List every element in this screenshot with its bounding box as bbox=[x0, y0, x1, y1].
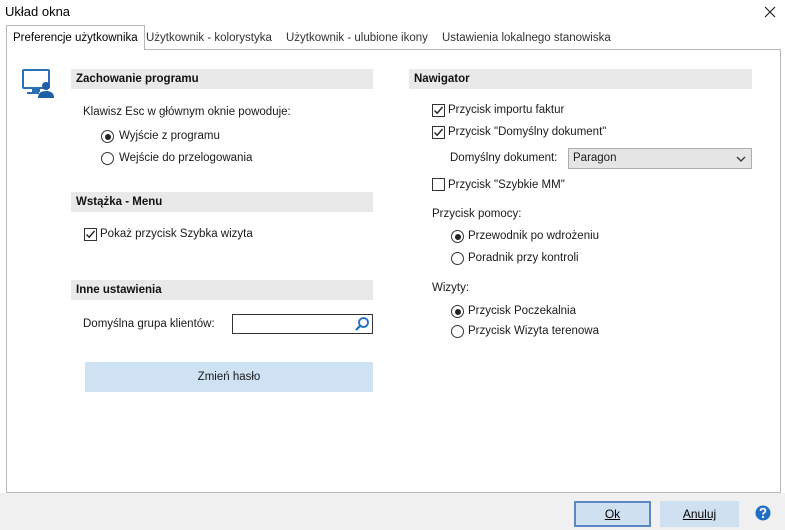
close-button[interactable] bbox=[758, 0, 782, 24]
radio-implementation-guide-label: Przewodnik po wdrożeniu bbox=[468, 230, 600, 242]
radio-relogin[interactable] bbox=[101, 152, 114, 165]
checkbox-show-quick-visit-label: Pokaż przycisk Szybka wizyta bbox=[100, 228, 253, 240]
radio-waiting-room-label: Przycisk Poczekalnia bbox=[468, 305, 577, 317]
chevron-down-icon bbox=[735, 153, 747, 168]
checkbox-quick-mm-label: Przycisk "Szybkie MM" bbox=[448, 179, 565, 191]
radio-field-visit-label: Przycisk Wizyta terenowa bbox=[468, 325, 600, 337]
tab-user-preferences[interactable]: Preferencje użytkownika bbox=[6, 25, 145, 50]
section-ribbon-menu: Wstążka - Menu bbox=[71, 192, 373, 212]
window-title: Układ okna bbox=[5, 4, 71, 19]
tab-user-colors[interactable]: Użytkownik - kolorystyka bbox=[140, 27, 278, 50]
checkbox-default-document-button-label: Przycisk "Domyślny dokument" bbox=[448, 126, 607, 138]
radio-relogin-label: Wejście do przelogowania bbox=[119, 152, 253, 164]
cancel-button-label: Anuluj bbox=[682, 507, 717, 521]
default-client-group-label: Domyślna grupa klientów: bbox=[83, 318, 215, 330]
tab-bar: Preferencje użytkownika Użytkownik - kol… bbox=[6, 25, 780, 50]
radio-exit-program[interactable] bbox=[101, 130, 114, 143]
tab-user-favorite-icons[interactable]: Użytkownik - ulubione ikony bbox=[280, 27, 434, 50]
checkbox-import-invoices-label: Przycisk importu faktur bbox=[448, 104, 565, 116]
cancel-button[interactable]: Anuluj bbox=[660, 501, 739, 527]
change-password-button[interactable]: Zmień hasło bbox=[85, 362, 373, 392]
dialog-footer: Ok Anuluj bbox=[0, 493, 785, 530]
radio-inspection-guide[interactable] bbox=[451, 252, 464, 265]
ok-button[interactable]: Ok bbox=[574, 501, 651, 527]
section-navigator: Nawigator bbox=[409, 69, 752, 89]
default-document-label: Domyślny dokument: bbox=[450, 152, 558, 164]
close-icon bbox=[764, 6, 776, 18]
default-client-group-input[interactable] bbox=[232, 314, 373, 334]
section-program-behavior: Zachowanie programu bbox=[71, 69, 373, 89]
checkbox-default-document-button[interactable] bbox=[432, 126, 445, 139]
radio-implementation-guide[interactable] bbox=[451, 230, 464, 243]
checkbox-quick-mm[interactable] bbox=[432, 178, 445, 191]
radio-exit-program-label: Wyjście z programu bbox=[119, 130, 220, 142]
default-document-value: Paragon bbox=[573, 152, 617, 164]
checkbox-import-invoices[interactable] bbox=[432, 104, 445, 117]
help-icon[interactable] bbox=[755, 505, 771, 521]
radio-field-visit[interactable] bbox=[451, 325, 464, 338]
esc-key-label: Klawisz Esc w głównym oknie powoduje: bbox=[83, 106, 291, 118]
radio-inspection-guide-label: Poradnik przy kontroli bbox=[468, 252, 579, 264]
checkbox-show-quick-visit[interactable] bbox=[84, 228, 97, 241]
tab-local-workstation-settings[interactable]: Ustawienia lokalnego stanowiska bbox=[436, 27, 617, 50]
radio-waiting-room[interactable] bbox=[451, 305, 464, 318]
ok-button-label: Ok bbox=[604, 507, 621, 521]
default-document-select[interactable]: Paragon bbox=[568, 148, 752, 169]
section-other-settings: Inne ustawienia bbox=[71, 280, 373, 300]
preferences-panel: Zachowanie programu Klawisz Esc w główny… bbox=[6, 49, 781, 493]
user-monitor-icon bbox=[21, 68, 55, 103]
search-icon[interactable] bbox=[354, 316, 370, 335]
visits-label: Wizyty: bbox=[432, 282, 470, 294]
help-button-label: Przycisk pomocy: bbox=[432, 208, 522, 220]
